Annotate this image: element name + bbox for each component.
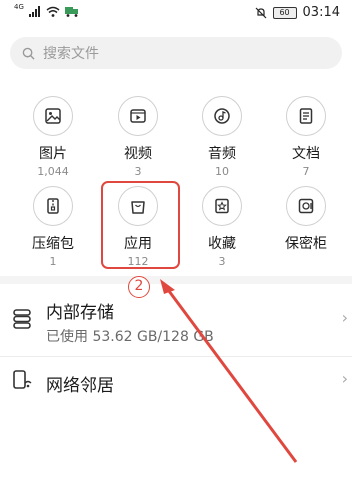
annotation-arrow xyxy=(160,279,298,463)
annotation-step-number: 2 xyxy=(128,276,150,298)
